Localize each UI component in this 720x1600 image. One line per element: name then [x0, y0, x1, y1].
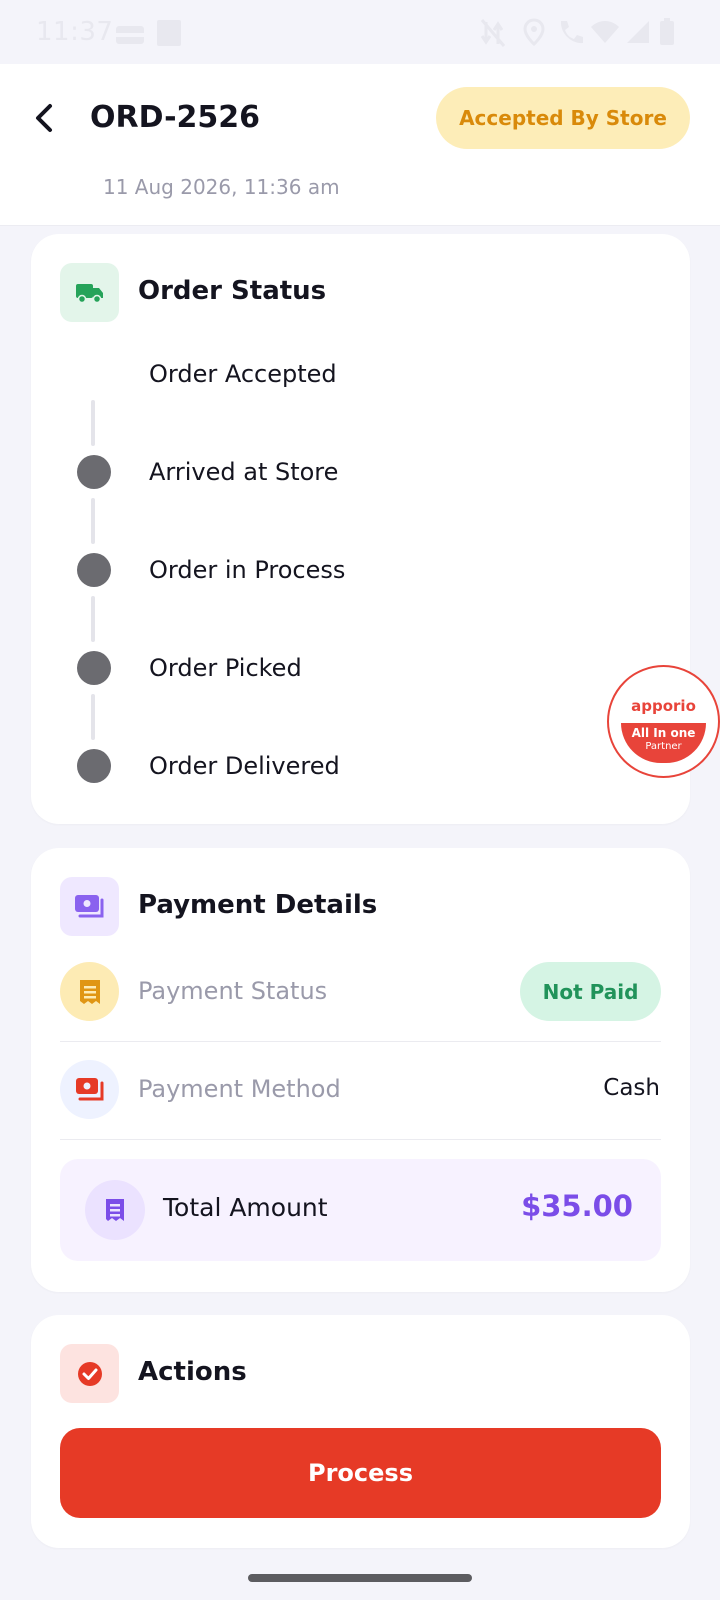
apporio-partner-badge[interactable]: apporio All In one Partner: [607, 665, 720, 778]
order-status-card: Order Status Order Accepted Arrived at S…: [31, 234, 690, 824]
timeline-connector: [91, 694, 95, 740]
check-circle-icon: [60, 1344, 119, 1403]
timeline-connector: [91, 596, 95, 642]
timeline-step-arrived-at-store: Arrived at Store: [149, 458, 339, 486]
apporio-logo: apporio: [631, 697, 696, 715]
payment-details-card: Payment Details Payment Status Not Paid …: [31, 848, 690, 1292]
divider: [60, 1139, 661, 1140]
home-indicator[interactable]: [248, 1574, 472, 1582]
back-button[interactable]: [30, 100, 60, 136]
actions-card: Actions Process: [31, 1315, 690, 1548]
payment-method-value: Cash: [603, 1075, 660, 1101]
order-header: ORD-2526 11 Aug 2026, 11:36 am Accepted …: [0, 0, 720, 226]
partner-band: All In one Partner: [621, 723, 706, 763]
timeline-dot: [77, 455, 111, 489]
payment-status-badge: Not Paid: [520, 962, 661, 1021]
receipt-icon: [60, 962, 119, 1021]
badge-line-1: All In one: [631, 726, 696, 740]
order-id: ORD-2526: [90, 100, 261, 135]
timeline-step-order-delivered: Order Delivered: [149, 752, 340, 780]
wallet-icon: [60, 877, 119, 936]
truck-icon: [60, 263, 119, 322]
timeline-dot: [77, 651, 111, 685]
divider: [60, 1041, 661, 1042]
order-detail-screen: 11:37 ORD-2526 11 Aug 2026, 11:36 am Acc…: [0, 0, 720, 1600]
timeline-dot: [77, 553, 111, 587]
payment-status-label: Payment Status: [138, 977, 328, 1005]
timeline-step-order-picked: Order Picked: [149, 654, 302, 682]
actions-title: Actions: [138, 1357, 247, 1387]
total-amount-box: Total Amount $35.00: [60, 1159, 661, 1261]
order-date: 11 Aug 2026, 11:36 am: [103, 175, 340, 199]
timeline-connector: [91, 498, 95, 544]
timeline-step-order-accepted: Order Accepted: [149, 360, 337, 388]
badge-line-2: Partner: [645, 741, 682, 752]
total-amount-value: $35.00: [521, 1189, 633, 1223]
payment-method-label: Payment Method: [138, 1075, 341, 1103]
payment-details-title: Payment Details: [138, 890, 378, 920]
order-status-title: Order Status: [138, 276, 327, 306]
process-button[interactable]: Process: [60, 1428, 661, 1518]
cash-icon: [60, 1060, 119, 1119]
invoice-icon: [85, 1180, 145, 1240]
timeline-connector: [91, 400, 95, 446]
timeline-dot: [77, 749, 111, 783]
timeline-step-order-in-process: Order in Process: [149, 556, 346, 584]
chevron-left-icon: [36, 104, 52, 132]
total-amount-label: Total Amount: [163, 1193, 328, 1222]
order-status-badge: Accepted By Store: [436, 87, 690, 149]
